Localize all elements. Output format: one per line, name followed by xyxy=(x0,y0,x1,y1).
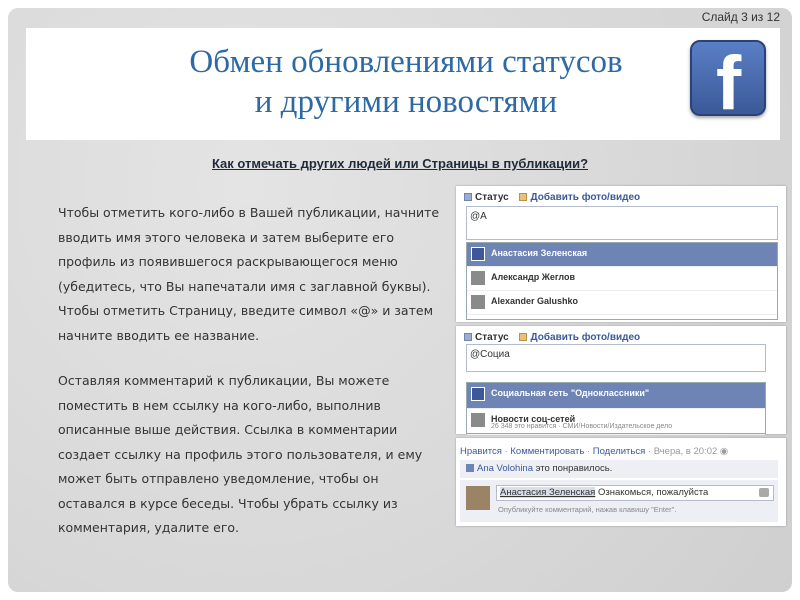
title-band: Обмен обновлениями статусов и другими но… xyxy=(26,28,780,140)
comment-area: Анастасия Зеленская Ознакомься, пожалуйс… xyxy=(460,480,778,522)
mention-option[interactable]: Социальная сеть "Одноклассники" xyxy=(467,383,765,409)
status-icon xyxy=(464,333,472,341)
comment-input[interactable]: Анастасия Зеленская Ознакомься, пожалуйс… xyxy=(496,485,774,501)
slide-counter: Слайд 3 из 12 xyxy=(701,10,780,24)
tagged-person: Анастасия Зеленская xyxy=(500,487,596,498)
mention-option[interactable]: Анастасия Зеленская xyxy=(467,243,777,267)
liker-name[interactable]: Ana Volohina xyxy=(477,463,533,474)
screenshot-comment-tag: Нравится · Комментировать · Поделиться ·… xyxy=(456,438,786,526)
globe-icon: ◉ xyxy=(717,446,729,457)
avatar xyxy=(471,295,485,309)
post-actions: Нравится · Комментировать · Поделиться ·… xyxy=(460,446,729,457)
photo-icon xyxy=(519,193,528,201)
avatar xyxy=(466,486,490,510)
screenshot-tag-page: Статус Добавить фото/видео @Социа Социал… xyxy=(456,326,786,435)
status-input[interactable]: @Социа xyxy=(466,344,766,372)
avatar xyxy=(471,271,485,285)
section-subheading: Как отмечать других людей или Страницы в… xyxy=(211,156,589,171)
screenshot-tag-person: Статус Добавить фото/видео @А Анастасия … xyxy=(456,186,786,322)
tab-add-photo[interactable]: Добавить фото/видео xyxy=(519,192,640,203)
comment-hint: Опубликуйте комментарий, нажав клавишу "… xyxy=(498,505,677,514)
avatar xyxy=(471,387,485,401)
composer-tabs: Статус Добавить фото/видео xyxy=(464,332,648,343)
mention-option[interactable]: Новости соц-сетей 26 348 это нравится · С… xyxy=(467,409,765,435)
mention-option[interactable]: Александр Жеглов xyxy=(467,267,777,291)
status-input[interactable]: @А xyxy=(466,206,778,240)
status-icon xyxy=(464,193,472,201)
photo-icon xyxy=(519,333,528,341)
composer-tabs: Статус Добавить фото/видео xyxy=(464,192,648,203)
mention-dropdown: Социальная сеть "Одноклассники" Новости … xyxy=(466,382,766,435)
mention-option[interactable]: Alexander Galushko xyxy=(467,291,777,315)
liked-text: это понравилось. xyxy=(535,463,613,474)
avatar xyxy=(471,247,485,261)
like-link[interactable]: Нравится xyxy=(460,446,502,457)
avatar xyxy=(471,413,485,427)
mention-dropdown: Анастасия Зеленская Александр Жеглов Ale… xyxy=(466,242,778,320)
comment-text: Ознакомься, пожалуйста xyxy=(595,487,709,498)
slide-title: Обмен обновлениями статусов и другими но… xyxy=(26,42,786,122)
tab-status[interactable]: Статус xyxy=(464,332,509,343)
instructions-paragraph-2: Оставляя комментарий к публикации, Вы мо… xyxy=(58,373,423,535)
tab-status[interactable]: Статус xyxy=(464,192,509,203)
likes-bar: Ana Volohina это понравилось. xyxy=(460,460,778,478)
instructions-paragraph-1: Чтобы отметить кого-либо в Вашей публика… xyxy=(58,205,440,343)
facebook-logo-icon: f xyxy=(690,40,766,116)
comment-link[interactable]: Комментировать xyxy=(510,446,584,457)
slide-title-line2: и другими новостями xyxy=(254,84,558,120)
camera-icon[interactable] xyxy=(759,488,769,497)
tab-add-photo[interactable]: Добавить фото/видео xyxy=(519,332,640,343)
slide-title-line1: Обмен обновлениями статусов xyxy=(189,44,623,80)
thumbs-up-icon xyxy=(466,464,474,472)
facebook-logo-letter: f xyxy=(716,41,742,116)
post-timestamp: Вчера, в 20:02 xyxy=(653,446,718,457)
option-subtitle: 26 348 это нравится · СМИ/Новости/Издате… xyxy=(491,423,673,430)
share-link[interactable]: Поделиться xyxy=(593,446,645,457)
